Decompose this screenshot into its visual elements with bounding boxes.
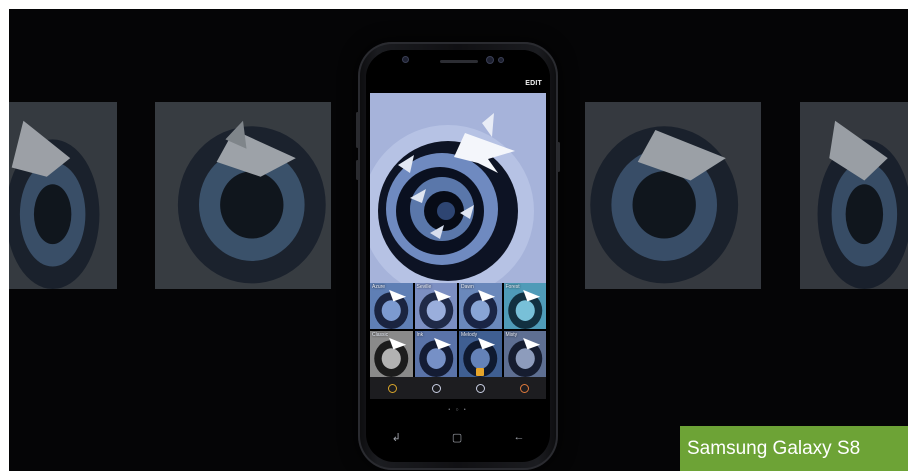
volume-button bbox=[356, 112, 359, 148]
filter-label: Classic bbox=[372, 332, 389, 338]
filter-dawn[interactable]: Dawn bbox=[459, 283, 502, 329]
back-icon[interactable]: ← bbox=[513, 431, 524, 443]
filter-label: Misty bbox=[505, 332, 518, 338]
filter-label: Melody bbox=[461, 332, 478, 338]
bixby-button bbox=[356, 160, 359, 180]
phone-top-bezel: EDIT bbox=[366, 50, 550, 93]
selected-check-icon bbox=[476, 368, 485, 376]
filter-label: Azure bbox=[372, 284, 386, 290]
filter-ink[interactable]: Ink bbox=[414, 331, 457, 377]
page-indicator: • ○ • bbox=[448, 407, 468, 413]
earpiece-speaker bbox=[440, 60, 478, 63]
phone-screen: EDIT Azure Seville Dawn Forest Classic I… bbox=[366, 50, 550, 462]
product-caption: Samsung Galaxy S8 bbox=[680, 426, 908, 471]
sticker-tool-icon[interactable] bbox=[431, 383, 441, 393]
filter-seville[interactable]: Seville bbox=[414, 283, 457, 329]
filter-label: Seville bbox=[416, 284, 432, 290]
iris-sensor-icon bbox=[498, 57, 504, 63]
filter-misty[interactable]: Misty bbox=[503, 331, 546, 377]
power-button bbox=[557, 142, 560, 172]
gallery-photo-right[interactable] bbox=[585, 102, 761, 289]
front-camera-icon bbox=[486, 56, 494, 64]
samsung-phone: EDIT Azure Seville Dawn Forest Classic I… bbox=[356, 42, 560, 470]
person-tool-icon[interactable] bbox=[475, 383, 485, 393]
recent-apps-icon[interactable]: ↲ bbox=[392, 431, 401, 444]
spiral-staircase-photo bbox=[370, 93, 546, 283]
filter-azure[interactable]: Azure bbox=[370, 283, 413, 329]
gallery-photo-far-left[interactable] bbox=[9, 102, 117, 289]
filter-label: Dawn bbox=[461, 284, 474, 290]
square-tool-icon[interactable] bbox=[387, 383, 397, 393]
edit-button[interactable]: EDIT bbox=[525, 80, 542, 87]
edit-toolbar bbox=[370, 377, 546, 399]
filter-classic[interactable]: Classic bbox=[370, 331, 413, 377]
gallery-photo-left[interactable] bbox=[155, 102, 331, 289]
filter-grid: Azure Seville Dawn Forest Classic Ink Me… bbox=[370, 283, 546, 377]
filter-label: Forest bbox=[505, 284, 520, 290]
filter-forest[interactable]: Forest bbox=[503, 283, 546, 329]
grid-tool-icon[interactable] bbox=[519, 383, 529, 393]
filter-melody[interactable]: Melody bbox=[459, 331, 502, 377]
home-icon[interactable]: ▢ bbox=[452, 431, 462, 444]
main-photo[interactable] bbox=[370, 93, 546, 283]
navigation-bar: ↲ ▢ ← bbox=[366, 426, 550, 448]
sensor-icon bbox=[402, 56, 409, 63]
filter-label: Ink bbox=[416, 332, 424, 338]
gallery-photo-far-right[interactable] bbox=[800, 102, 908, 289]
